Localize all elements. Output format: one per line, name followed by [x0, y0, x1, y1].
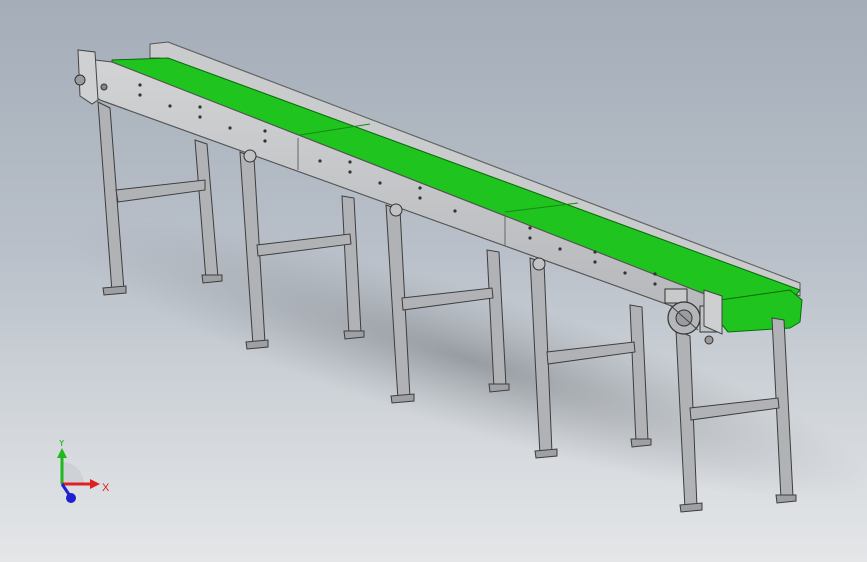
z-axis-end-icon	[66, 493, 76, 503]
x-axis-arrow-icon	[90, 479, 100, 489]
conveyor-model-view[interactable]	[0, 0, 867, 562]
y-axis-label: Y	[58, 440, 66, 449]
x-axis-label: X	[102, 482, 110, 494]
coordinate-triad: Y X	[57, 440, 110, 503]
triad-plane-icon	[62, 462, 84, 484]
tail-pulley-bearing[interactable]	[74, 74, 86, 86]
y-axis-arrow-icon	[57, 448, 67, 458]
head-end-plate[interactable]	[703, 289, 723, 335]
graphics-viewport[interactable]: Y X	[0, 0, 867, 562]
tail-mount-bolt	[100, 83, 108, 91]
